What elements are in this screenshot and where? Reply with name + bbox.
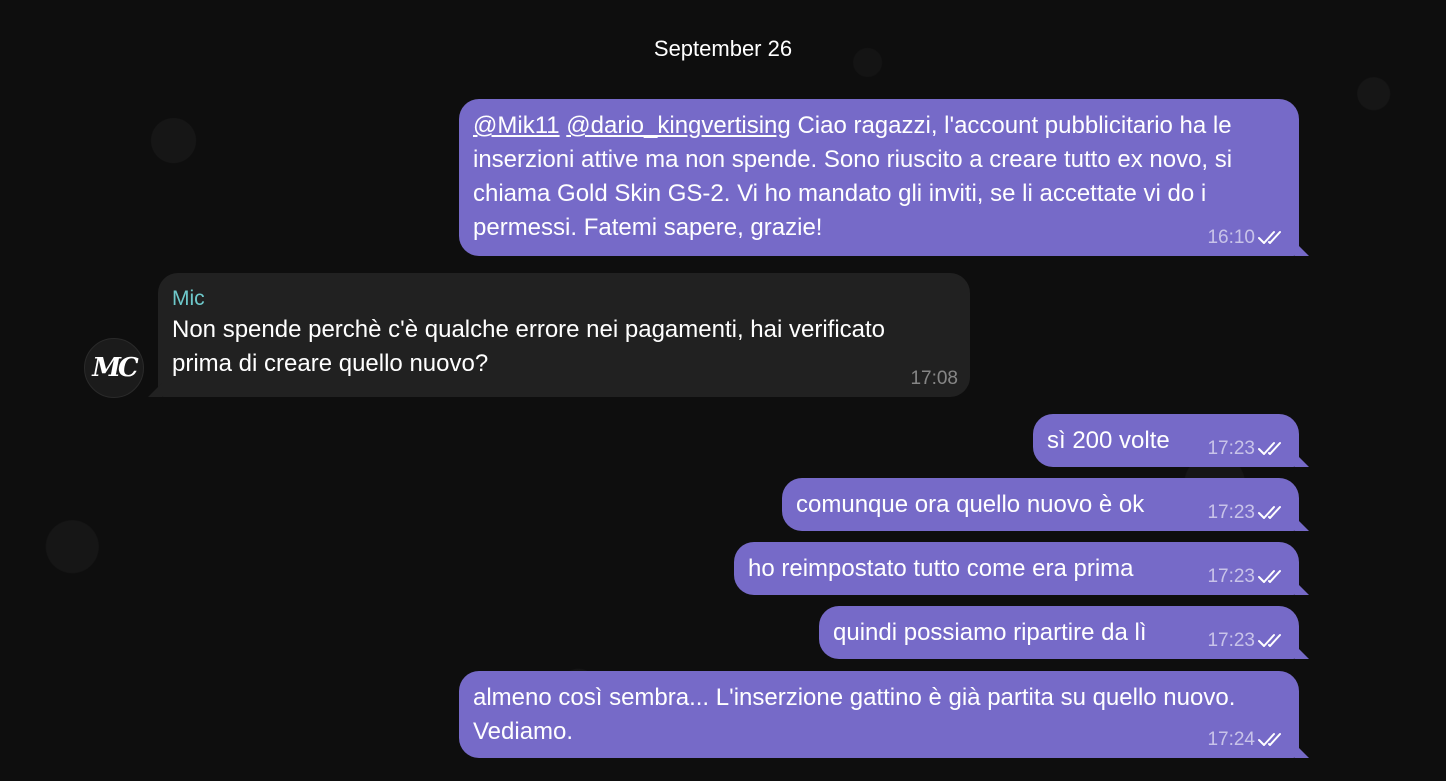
message-time: 17:24 [1207, 729, 1255, 750]
message-time: 17:08 [910, 368, 958, 389]
double-check-icon [1257, 504, 1287, 522]
date-separator: September 26 [653, 36, 793, 61]
message-time: 17:23 [1207, 630, 1255, 651]
double-check-icon [1257, 632, 1287, 650]
message-text: Non spende perchè c'è qualche errore nei… [172, 316, 886, 377]
message-text: sì 200 volte [1047, 427, 1170, 454]
message-time: 16:10 [1207, 227, 1255, 248]
message-time: 17:23 [1207, 502, 1255, 523]
message-bubble-outgoing[interactable]: comunque ora quello nuovo è ok 17:23 [782, 478, 1299, 531]
double-check-icon [1257, 229, 1287, 247]
chat-area[interactable]: September 26 @Mik11 @dario_kingvertising… [0, 0, 1446, 781]
message-time: 17:23 [1207, 438, 1255, 459]
message-meta: 17:23 [1207, 439, 1287, 459]
message-meta: 16:10 [1207, 228, 1287, 248]
mention-link[interactable]: @dario_kingvertising [566, 112, 790, 139]
message-text: @Mik11 @dario_kingvertising Ciao ragazzi… [473, 109, 1285, 245]
message-meta: 17:08 [910, 369, 958, 389]
message-meta: 17:24 [1207, 730, 1287, 750]
double-check-icon [1257, 440, 1287, 458]
message-bubble-outgoing[interactable]: almeno così sembra... L'inserzione gatti… [459, 671, 1299, 758]
double-check-icon [1257, 731, 1287, 749]
mention-link[interactable]: @Mik11 [473, 112, 560, 139]
message-time: 17:23 [1207, 566, 1255, 587]
message-text: ho reimpostato tutto come era prima [748, 555, 1134, 582]
message-bubble-outgoing[interactable]: ho reimpostato tutto come era prima 17:2… [734, 542, 1299, 595]
message-bubble-incoming[interactable]: Mic Non spende perchè c'è qualche errore… [158, 273, 970, 397]
sender-name[interactable]: Mic [172, 285, 956, 313]
mc-logo-icon: MC [92, 353, 139, 383]
message-bubble-outgoing[interactable]: @Mik11 @dario_kingvertising Ciao ragazzi… [459, 99, 1299, 256]
avatar[interactable]: MC [84, 338, 144, 398]
message-meta: 17:23 [1207, 631, 1287, 651]
message-bubble-outgoing[interactable]: sì 200 volte 17:23 [1033, 414, 1299, 467]
message-meta: 17:23 [1207, 503, 1287, 523]
message-text: quindi possiamo ripartire da lì [833, 619, 1147, 646]
message-meta: 17:23 [1207, 567, 1287, 587]
message-text: almeno così sembra... L'inserzione gatti… [473, 684, 1236, 745]
double-check-icon [1257, 568, 1287, 586]
message-bubble-outgoing[interactable]: quindi possiamo ripartire da lì 17:23 [819, 606, 1299, 659]
message-text: comunque ora quello nuovo è ok [796, 491, 1145, 518]
